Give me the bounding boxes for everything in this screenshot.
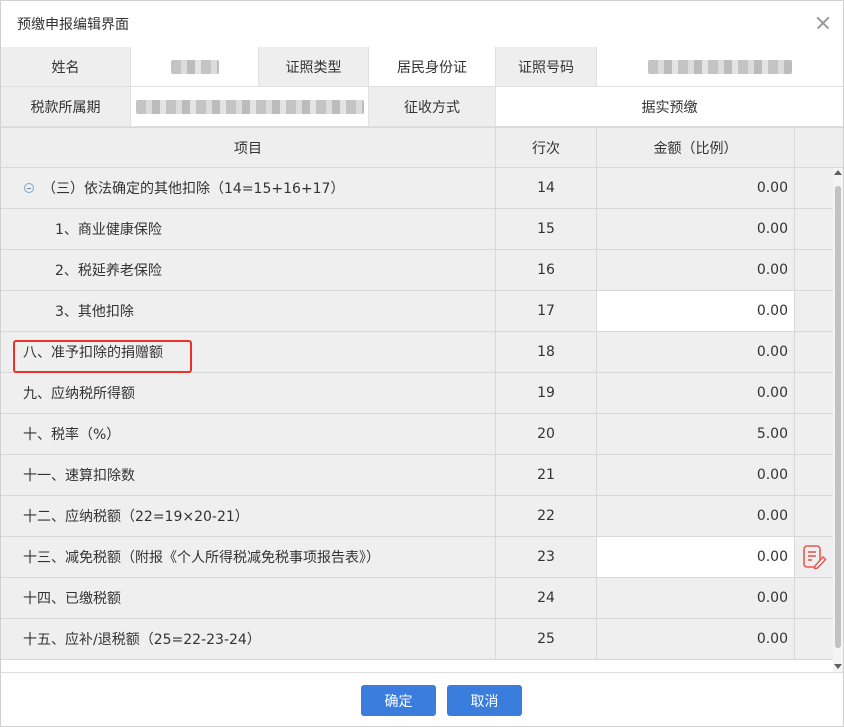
table-row: 十一、速算扣除数 21 0.00: [1, 455, 843, 496]
id-number-label: 证照号码: [496, 47, 597, 87]
table-row: 2、税延养老保险 16 0.00: [1, 250, 843, 291]
row-item: 十、税率（%）: [23, 427, 121, 443]
row-line: 16: [496, 250, 597, 290]
header-action: [795, 128, 833, 168]
row-amount: 0.00: [597, 455, 795, 495]
row-line: 20: [496, 414, 597, 454]
taxpayer-info-grid: 姓名 证照类型 居民身份证 证照号码 税款所属期 征收方式 据实预缴: [1, 47, 843, 127]
row-line: 24: [496, 578, 597, 618]
header-amount: 金额（比例）: [597, 128, 795, 168]
row-amount: 0.00: [597, 496, 795, 536]
table-row: 十三、减免税额（附报《个人所得税减免税事项报告表》） 23 0.00: [1, 537, 843, 578]
row-line: 22: [496, 496, 597, 536]
row-item: 十四、已缴税额: [23, 591, 121, 607]
row-amount: 0.00: [597, 168, 795, 208]
scroll-up-arrow-icon[interactable]: [834, 170, 842, 175]
row-amount: 0.00: [597, 373, 795, 413]
table-row: 八、准予扣除的捐赠额 18 0.00: [1, 332, 843, 373]
declaration-table: 项目 行次 金额（比例） （三）依法确定的其他扣除（14=15+16+17） 1…: [1, 127, 843, 672]
row-item: 十三、减免税额（附报《个人所得税减免税事项报告表》）: [23, 550, 380, 566]
row-item: 3、其他扣除: [55, 304, 134, 320]
id-type-label: 证照类型: [259, 47, 369, 87]
dialog-titlebar: 预缴申报编辑界面: [1, 1, 843, 47]
row-line: 23: [496, 537, 597, 577]
header-item: 项目: [1, 128, 496, 168]
row-item: 十五、应补/退税额（25=22-23-24）: [23, 632, 261, 648]
scroll-down-arrow-icon[interactable]: [834, 664, 842, 669]
row-line: 19: [496, 373, 597, 413]
row-amount: 0.00: [597, 619, 795, 659]
row-line: 18: [496, 332, 597, 372]
name-value-redacted: [131, 47, 259, 87]
row-line: 14: [496, 168, 597, 208]
table-scrollbar[interactable]: [833, 168, 843, 672]
edit-form-icon[interactable]: [801, 544, 827, 570]
row-item: 2、税延养老保险: [55, 263, 162, 279]
declaration-edit-dialog: 预缴申报编辑界面 姓名 证照类型 居民身份证 证照号码 税款所属期 征收方式 据…: [0, 0, 844, 727]
tax-period-label: 税款所属期: [1, 87, 131, 127]
close-icon[interactable]: [813, 13, 833, 33]
collection-method-label: 征收方式: [369, 87, 496, 127]
table-header: 项目 行次 金额（比例）: [1, 128, 843, 168]
id-number-value-redacted: [597, 47, 843, 87]
row-item: 1、商业健康保险: [55, 222, 162, 238]
table-row: 1、商业健康保险 15 0.00: [1, 209, 843, 250]
cancel-button[interactable]: 取消: [447, 685, 522, 716]
confirm-button[interactable]: 确定: [361, 685, 436, 716]
row-amount: 0.00: [597, 332, 795, 372]
row-line: 15: [496, 209, 597, 249]
other-deduction-amount-input[interactable]: 0.00: [597, 291, 795, 331]
row-amount: 5.00: [597, 414, 795, 454]
table-row: 十五、应补/退税额（25=22-23-24） 25 0.00: [1, 619, 843, 660]
table-row: 十、税率（%） 20 5.00: [1, 414, 843, 455]
tax-reduction-amount-input[interactable]: 0.00: [597, 537, 795, 577]
row-item: 八、准予扣除的捐赠额: [23, 345, 163, 361]
row-item: 十二、应纳税额（22=19×20-21）: [23, 509, 249, 525]
row-line: 21: [496, 455, 597, 495]
name-label: 姓名: [1, 47, 131, 87]
header-line: 行次: [496, 128, 597, 168]
dialog-title: 预缴申报编辑界面: [17, 17, 129, 33]
row-amount: 0.00: [597, 209, 795, 249]
row-item: 九、应纳税所得额: [23, 386, 135, 402]
row-amount: 0.00: [597, 578, 795, 618]
row-amount: 0.00: [597, 250, 795, 290]
row-item: （三）依法确定的其他扣除（14=15+16+17）: [42, 181, 345, 197]
dialog-footer: 确定 取消: [1, 672, 843, 726]
row-line: 17: [496, 291, 597, 331]
scrollbar-thumb[interactable]: [835, 186, 841, 648]
row-line: 25: [496, 619, 597, 659]
row-item: 十一、速算扣除数: [23, 468, 135, 484]
collapse-icon[interactable]: [24, 183, 34, 193]
table-row: 十四、已缴税额 24 0.00: [1, 578, 843, 619]
table-row: 十二、应纳税额（22=19×20-21） 22 0.00: [1, 496, 843, 537]
collection-method-value: 据实预缴: [496, 87, 843, 127]
table-row: （三）依法确定的其他扣除（14=15+16+17） 14 0.00: [1, 168, 843, 209]
id-type-value: 居民身份证: [369, 47, 496, 87]
table-row: 九、应纳税所得额 19 0.00: [1, 373, 843, 414]
tax-period-value-redacted: [131, 87, 369, 127]
table-row: 3、其他扣除 17 0.00: [1, 291, 843, 332]
